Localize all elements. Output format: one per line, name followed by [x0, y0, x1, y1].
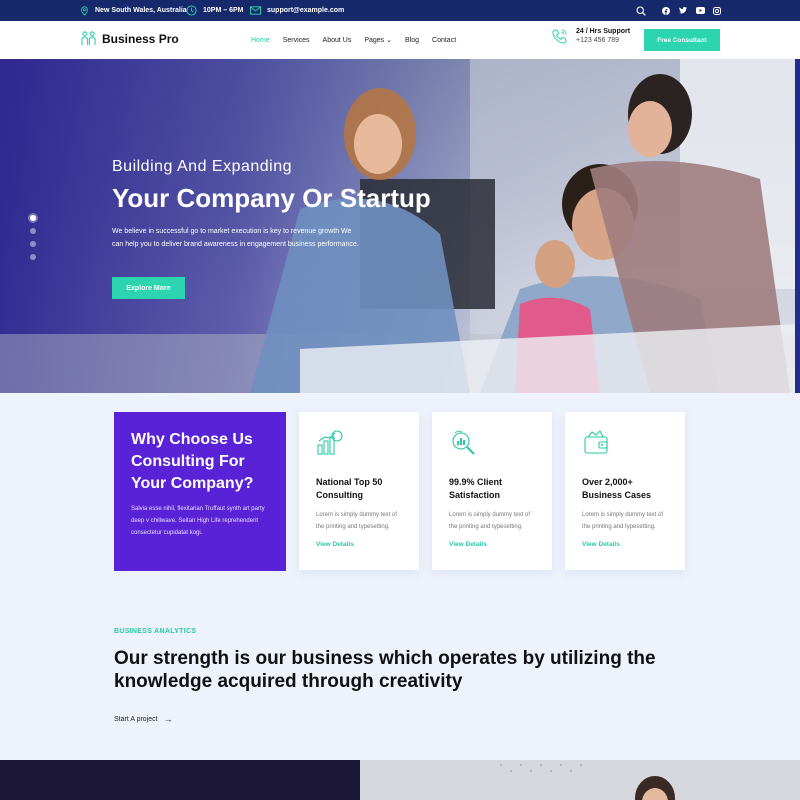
support-title: 24 / Hrs Support — [576, 28, 631, 35]
hero-description: We believe in successful go to market ex… — [112, 228, 359, 248]
map-pin-icon — [81, 5, 88, 16]
slider-dot-3[interactable] — [30, 241, 36, 247]
analytics-magnifier-icon — [452, 430, 475, 455]
start-project-link[interactable]: Start A project → — [114, 714, 173, 724]
feature-card: Over 2,000+ Business Cases Lorem is simp… — [565, 412, 685, 570]
section-heading: Our strength is our business which opera… — [114, 648, 656, 692]
location-text: New South Wales, Australia — [95, 7, 187, 14]
card-title: 99.9% Client Satisfaction — [449, 477, 503, 500]
nav-item-about-us[interactable]: About Us — [323, 37, 352, 44]
slider-dots — [30, 215, 36, 267]
hero-title: Your Company Or Startup — [112, 183, 431, 213]
card-text: Lorem is simply dummy text of the printi… — [316, 512, 398, 530]
arrow-right-icon: → — [163, 714, 173, 724]
envelope-icon — [250, 6, 261, 15]
hero-edge-bar — [795, 59, 800, 393]
slider-dot-4[interactable] — [30, 254, 36, 260]
view-details-link[interactable]: View Details — [316, 541, 402, 548]
feature-card: 99.9% Client Satisfaction Lorem is simpl… — [432, 412, 552, 570]
nav-menu: Home Services About Us Pages ⌄ Blog Cont… — [251, 21, 469, 59]
dark-section-panel — [0, 760, 360, 800]
brand-name: Business Pro — [102, 31, 179, 46]
nav-item-pages[interactable]: Pages ⌄ — [364, 36, 392, 44]
explore-more-button[interactable]: Explore More — [112, 277, 185, 299]
logo-icon — [81, 31, 96, 46]
brand-logo[interactable]: Business Pro — [81, 31, 179, 46]
growth-chart-icon — [317, 430, 343, 455]
clock-icon — [186, 5, 197, 16]
why-choose-box: Why Choose Us Consulting For Your Compan… — [114, 412, 286, 571]
nav-item-blog[interactable]: Blog — [405, 37, 419, 44]
hours-text: 10PM – 6PM — [203, 7, 244, 14]
social-links — [636, 0, 722, 21]
card-title: National Top 50 Consulting — [316, 477, 383, 500]
why-choose-text: Salvia esse nihil, flexitarian Truffaut … — [131, 506, 265, 536]
phone-icon — [552, 29, 567, 44]
support-info: 24 / Hrs Support +123 456 789 — [551, 28, 630, 46]
free-consultant-button[interactable]: Free Consultant — [644, 29, 720, 51]
location-info: New South Wales, Australia — [80, 0, 187, 21]
slider-dot-1[interactable] — [30, 215, 36, 221]
hours-info: 10PM – 6PM — [186, 0, 243, 21]
feature-card: National Top 50 Consulting Lorem is simp… — [299, 412, 419, 570]
top-bar: New South Wales, Australia 10PM – 6PM su… — [0, 0, 800, 21]
nav-item-home[interactable]: Home — [251, 37, 270, 44]
wallet-icon — [584, 430, 608, 454]
email-link[interactable]: support@example.com — [267, 7, 344, 14]
nav-item-contact[interactable]: Contact — [432, 37, 456, 44]
hero-banner: Building And Expanding Your Company Or S… — [0, 59, 800, 393]
twitter-icon[interactable] — [678, 6, 688, 16]
card-title: Over 2,000+ Business Cases — [582, 477, 652, 500]
view-details-link[interactable]: View Details — [582, 541, 668, 548]
start-project-label: Start A project — [114, 715, 158, 723]
youtube-icon[interactable] — [695, 6, 705, 16]
view-details-link[interactable]: View Details — [449, 541, 535, 548]
email-info[interactable]: support@example.com — [250, 0, 344, 21]
card-text: Lorem is simply dummy text of the printi… — [582, 512, 664, 530]
support-phone[interactable]: +123 456 789 — [576, 37, 630, 46]
instagram-icon[interactable] — [712, 6, 722, 16]
search-icon[interactable] — [636, 5, 646, 16]
office-photo-panel — [360, 760, 800, 800]
hero-subtitle: Building And Expanding — [112, 158, 293, 175]
why-choose-title: Why Choose Us Consulting For Your Compan… — [131, 431, 254, 492]
section-label: BUSINESS ANALYTICS — [114, 628, 197, 635]
card-text: Lorem is simply dummy text of the printi… — [449, 512, 531, 530]
nav-item-services[interactable]: Services — [283, 37, 310, 44]
main-navbar: Business Pro Home Services About Us Page… — [0, 21, 800, 59]
slider-dot-2[interactable] — [30, 228, 36, 234]
facebook-icon[interactable] — [661, 6, 671, 16]
office-photo — [360, 760, 800, 800]
